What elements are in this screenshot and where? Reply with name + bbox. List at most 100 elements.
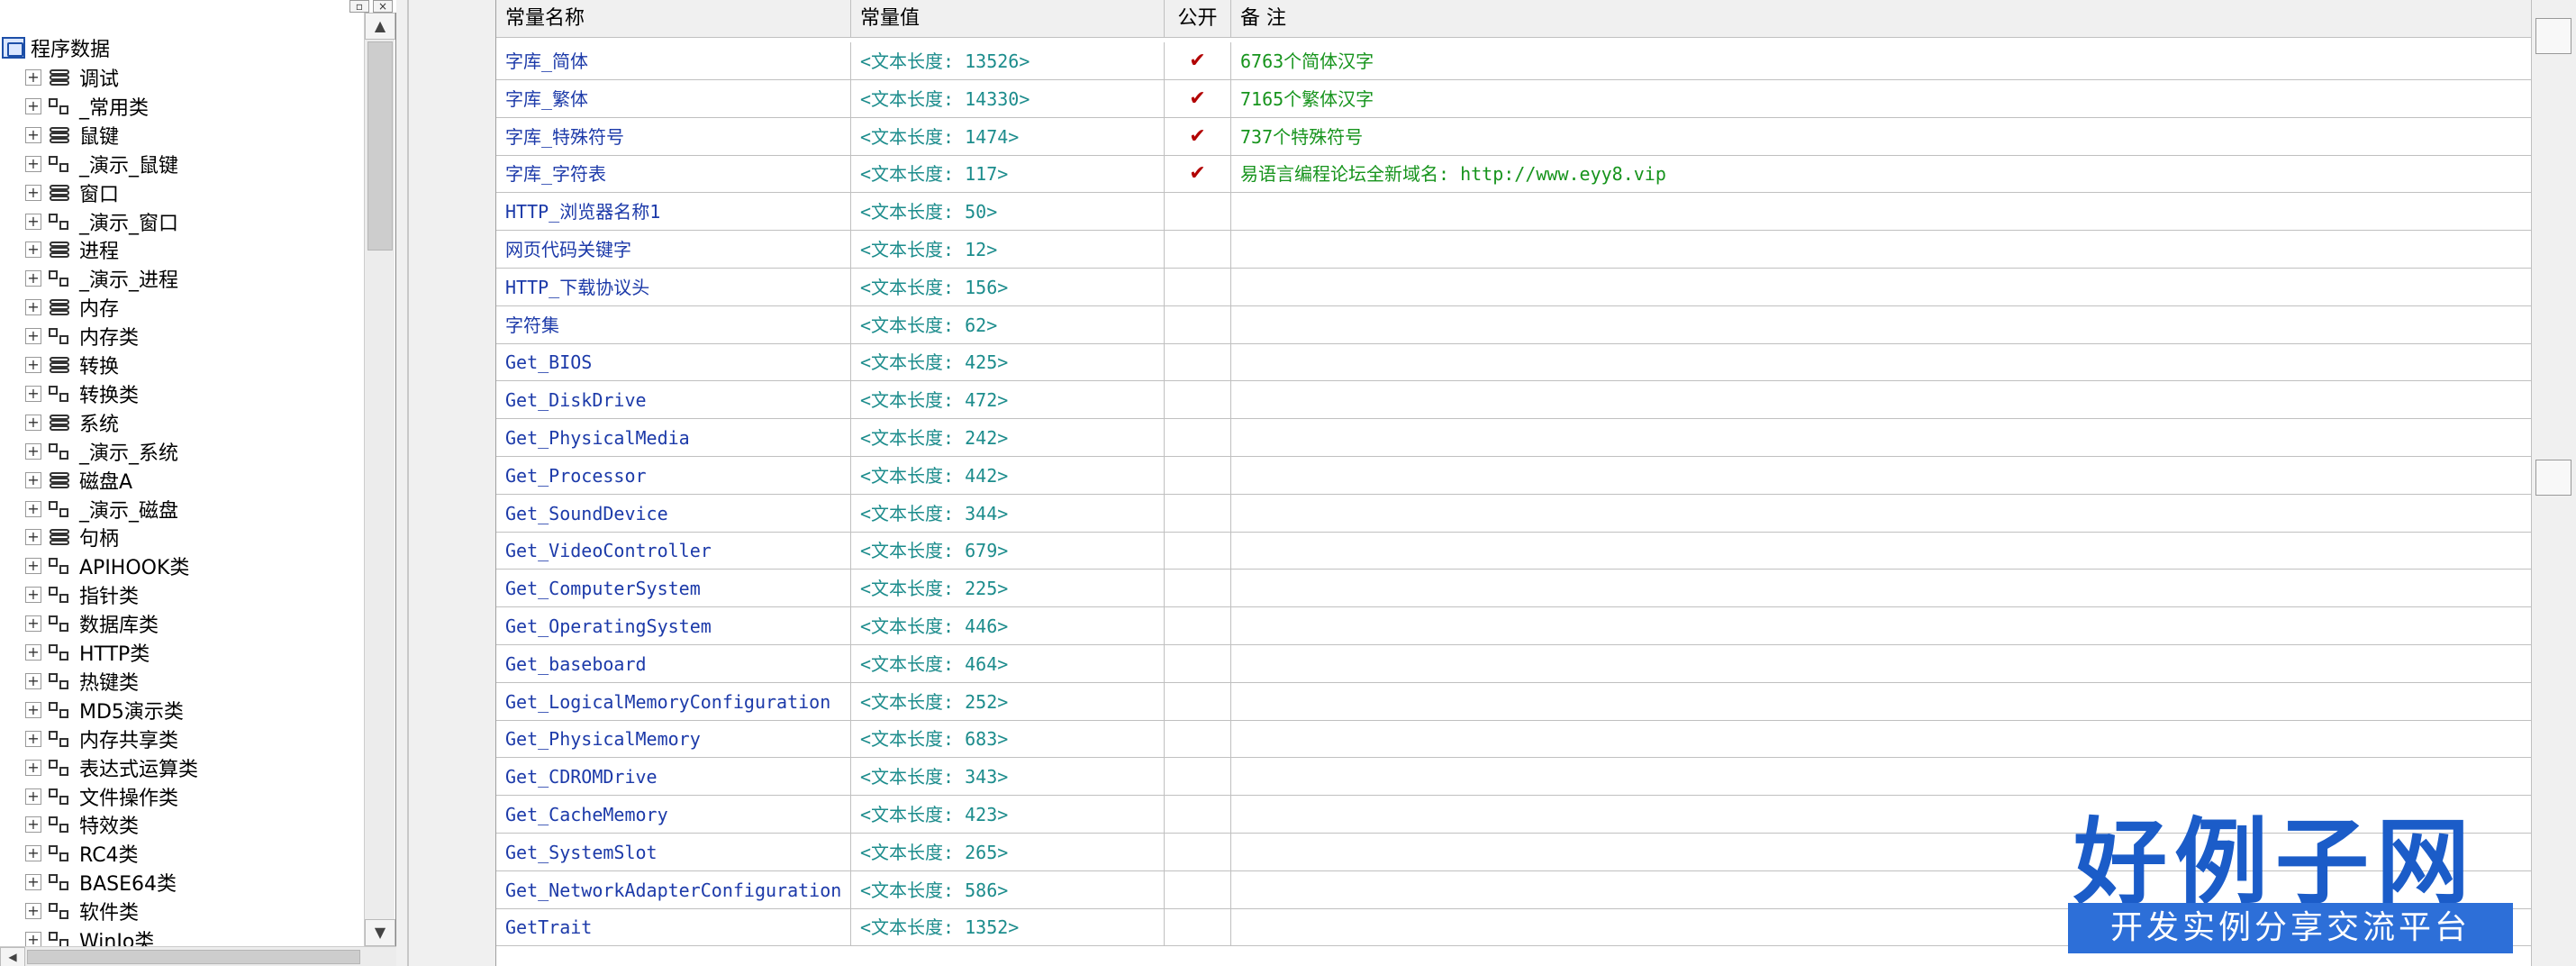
constant-value-cell[interactable]: <文本长度: 446> [851,607,1165,645]
constant-value-cell[interactable]: <文本长度: 252> [851,682,1165,721]
tree-item[interactable]: + 软件类 [25,897,139,925]
tree-item[interactable]: + RC4类 [25,839,139,868]
tree-item[interactable]: + 系统 [25,408,119,437]
note-cell[interactable]: 737个特殊符号 [1231,118,2532,156]
tree-close-button[interactable]: × [373,0,393,13]
constant-name-cell[interactable]: Get_baseboard [496,644,851,683]
expand-plus-icon[interactable]: + [25,759,41,776]
constant-value-cell[interactable]: <文本长度: 265> [851,833,1165,871]
table-row[interactable]: 网页代码关键字 <文本长度: 12> [496,231,2532,269]
scroll-down-arrow-icon[interactable]: ▼ [365,919,395,946]
expand-plus-icon[interactable]: + [25,471,41,488]
note-cell[interactable] [1231,570,2532,607]
expand-plus-icon[interactable]: + [25,903,41,920]
constant-value-cell[interactable]: <文本长度: 344> [851,494,1165,533]
note-cell[interactable] [1231,495,2532,533]
constant-name-cell[interactable]: Get_SoundDevice [496,494,851,533]
tree-item[interactable]: + 特效类 [25,810,139,839]
constant-value-cell[interactable]: <文本长度: 156> [851,268,1165,306]
expand-plus-icon[interactable]: + [25,126,41,143]
side-tab-middle[interactable] [2535,460,2571,496]
note-cell[interactable] [1231,720,2532,758]
constant-value-cell[interactable]: <文本长度: 13526> [851,42,1165,80]
tree-item[interactable]: + 内存共享类 [25,724,178,753]
expand-plus-icon[interactable]: + [25,615,41,633]
tree-item[interactable]: + _演示_鼠键 [25,150,178,178]
expand-plus-icon[interactable]: + [25,299,41,316]
public-checkbox-cell[interactable]: ✔ [1165,155,1231,194]
tree-item[interactable]: + _演示_系统 [25,437,178,466]
header-note[interactable]: 备 注 [1231,0,2532,38]
note-cell[interactable]: 7165个繁体汉字 [1231,80,2532,118]
constant-name-cell[interactable]: Get_LogicalMemoryConfiguration [496,682,851,721]
table-row[interactable]: Get_LogicalMemoryConfiguration <文本长度: 252… [496,682,2532,721]
constant-value-cell[interactable]: <文本长度: 586> [851,870,1165,909]
constant-value-cell[interactable]: <文本长度: 1352> [851,908,1165,947]
constant-name-cell[interactable]: Get_Processor [496,456,851,495]
constant-value-cell[interactable]: <文本长度: 343> [851,758,1165,797]
header-public[interactable]: 公开 [1165,0,1231,38]
expand-plus-icon[interactable]: + [25,587,41,604]
note-cell[interactable] [1231,343,2532,381]
constant-value-cell[interactable]: <文本长度: 1474> [851,117,1165,156]
expand-plus-icon[interactable]: + [25,328,41,345]
constant-name-cell[interactable]: Get_PhysicalMedia [496,419,851,457]
expand-plus-icon[interactable]: + [25,69,41,86]
constant-name-cell[interactable]: Get_PhysicalMemory [496,720,851,759]
constant-value-cell[interactable]: <文本长度: 464> [851,644,1165,683]
tree-item[interactable]: + 内存类 [25,322,139,351]
table-row[interactable]: Get_SoundDevice <文本长度: 344> [496,494,2532,533]
table-row[interactable]: Get_ComputerSystem <文本长度: 225> [496,570,2532,608]
table-row[interactable]: Get_BIOS <文本长度: 425> [496,343,2532,382]
constant-value-cell[interactable]: <文本长度: 50> [851,193,1165,232]
public-checkbox-cell[interactable] [1165,720,1231,759]
table-row[interactable]: Get_VideoController <文本长度: 679> [496,532,2532,570]
constant-name-cell[interactable]: 字符集 [496,305,851,344]
public-checkbox-cell[interactable] [1165,268,1231,306]
tree-item[interactable]: + _常用类 [25,92,149,121]
expand-plus-icon[interactable]: + [25,874,41,891]
constant-value-cell[interactable]: <文本长度: 14330> [851,79,1165,118]
public-checkbox-cell[interactable] [1165,570,1231,608]
constant-value-cell[interactable]: <文本长度: 117> [851,155,1165,194]
note-cell[interactable] [1231,532,2532,570]
constant-value-cell[interactable]: <文本长度: 423> [851,796,1165,834]
tree-item[interactable]: + 指针类 [25,580,139,609]
expand-plus-icon[interactable]: + [25,270,41,287]
tree-item[interactable]: + 表达式运算类 [25,753,198,782]
public-checkbox-cell[interactable] [1165,644,1231,683]
header-constant-name[interactable]: 常量名称 [496,0,851,38]
expand-plus-icon[interactable]: + [25,672,41,689]
note-cell[interactable] [1231,306,2532,344]
note-cell[interactable]: 6763个简体汉字 [1231,42,2532,80]
public-checkbox-cell[interactable] [1165,193,1231,232]
public-checkbox-cell[interactable] [1165,682,1231,721]
table-row[interactable]: Get_DiskDrive <文本长度: 472> [496,381,2532,420]
tree-horizontal-scrollbar[interactable]: ◀ [0,946,396,966]
expand-plus-icon[interactable]: + [25,385,41,402]
constant-name-cell[interactable]: Get_ComputerSystem [496,570,851,608]
expand-plus-icon[interactable]: + [25,644,41,661]
expand-plus-icon[interactable]: + [25,845,41,862]
constant-name-cell[interactable]: HTTP_下载协议头 [496,268,851,306]
constant-name-cell[interactable]: 字库_简体 [496,42,851,80]
expand-plus-icon[interactable]: + [25,97,41,114]
expand-plus-icon[interactable]: + [25,529,41,546]
expand-plus-icon[interactable]: + [25,155,41,172]
expand-plus-icon[interactable]: + [25,500,41,517]
tree-hscroll-thumb[interactable] [27,950,360,964]
expand-plus-icon[interactable]: + [25,242,41,259]
tree-item[interactable]: + 转换 [25,351,119,379]
note-cell[interactable] [1231,269,2532,306]
note-cell[interactable] [1231,683,2532,721]
constant-value-cell[interactable]: <文本长度: 679> [851,532,1165,570]
table-row[interactable]: Get_OperatingSystem <文本长度: 446> [496,607,2532,645]
tree-item[interactable]: + 转换类 [25,379,139,408]
expand-plus-icon[interactable]: + [25,558,41,575]
table-row[interactable]: Get_PhysicalMedia <文本长度: 242> [496,419,2532,457]
tree-item[interactable]: + _演示_进程 [25,264,178,293]
constant-name-cell[interactable]: 字库_特殊符号 [496,117,851,156]
tree-item[interactable]: + 调试 [25,63,119,92]
public-checkbox-cell[interactable] [1165,833,1231,871]
constant-name-cell[interactable]: GetTrait [496,908,851,947]
